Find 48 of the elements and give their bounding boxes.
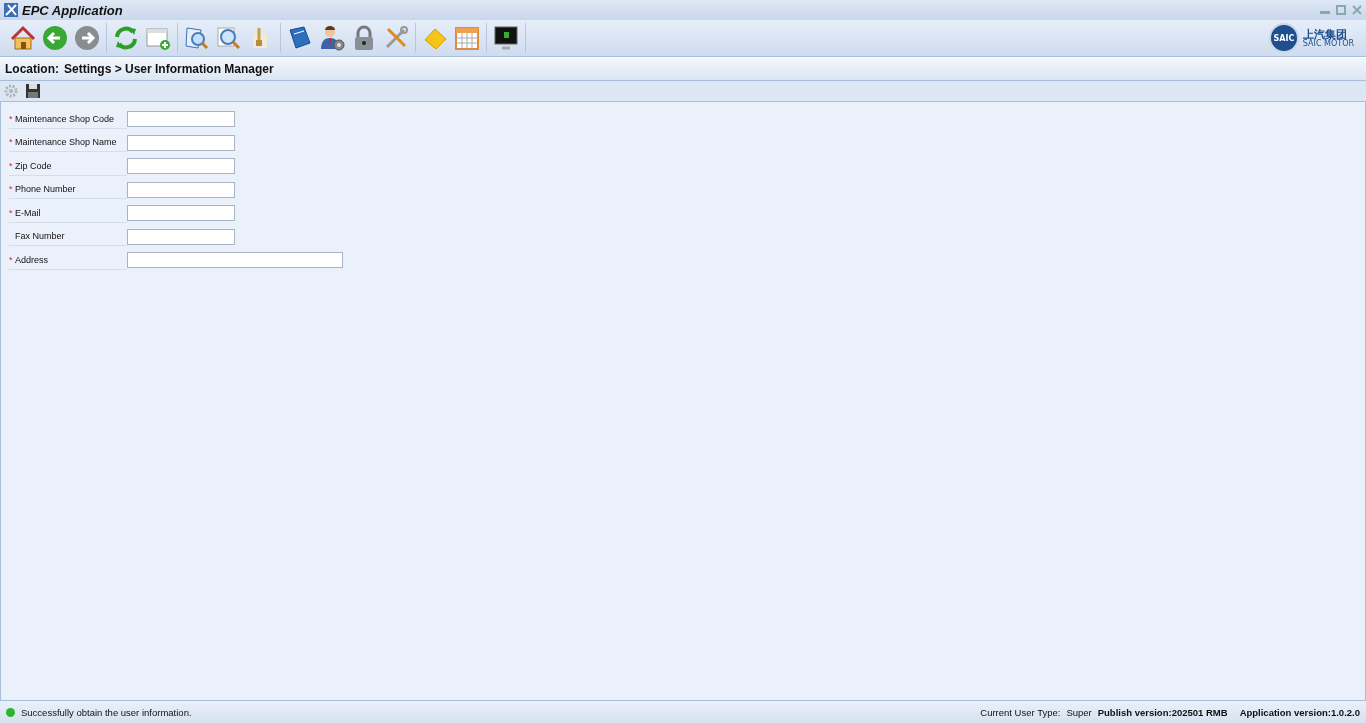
required-asterisk: * xyxy=(9,207,14,218)
status-icon xyxy=(6,707,15,717)
field-label: Phone Number xyxy=(15,184,76,195)
monitor-button[interactable] xyxy=(491,23,521,53)
required-asterisk: * xyxy=(9,137,14,148)
gear-icon xyxy=(3,83,19,99)
text-input-field[interactable] xyxy=(127,111,235,128)
field-label: Address xyxy=(15,254,49,265)
document-search-icon xyxy=(183,24,211,52)
home-button[interactable] xyxy=(8,23,38,53)
application-version: Application version:1.0.2.0 xyxy=(1239,706,1360,718)
field-label: Maintenance Shop Name xyxy=(15,137,117,148)
window-title: EPC Application xyxy=(22,2,124,18)
required-asterisk: * xyxy=(9,113,14,124)
text-input-field[interactable] xyxy=(127,134,235,151)
breadcrumb: Settings > User Information Manager xyxy=(64,62,274,76)
text-input-field[interactable] xyxy=(127,158,235,175)
publish-version: Publish version:202501 RMB xyxy=(1097,706,1228,718)
save-button[interactable] xyxy=(25,83,41,99)
field-label: E-Mail xyxy=(15,207,41,218)
location-label: Location: xyxy=(5,62,59,76)
refresh-icon xyxy=(112,24,140,52)
user-gear-icon xyxy=(318,24,346,52)
monitor-icon xyxy=(492,24,520,52)
required-asterisk: * xyxy=(9,160,14,171)
text-input-field[interactable] xyxy=(127,228,235,245)
text-input-field[interactable] xyxy=(127,181,235,198)
brand-subtitle: SAIC MOTOR xyxy=(1302,39,1354,48)
close-icon[interactable] xyxy=(1352,5,1362,15)
required-asterisk: * xyxy=(9,184,14,195)
field-label: Fax Number xyxy=(15,231,65,242)
brand-name: 上汽集团 xyxy=(1302,28,1347,40)
calendar-icon xyxy=(453,24,481,52)
logo-emblem: SAIC xyxy=(1268,23,1299,53)
text-input-field[interactable] xyxy=(127,252,343,269)
forward-arrow-button[interactable] xyxy=(72,23,102,53)
user-type-value: Super xyxy=(1066,706,1092,718)
app-logo-icon xyxy=(4,3,18,17)
back-arrow-button[interactable] xyxy=(40,23,70,53)
field-label: Maintenance Shop Code xyxy=(15,113,115,124)
status-message: Successfully obtain the user information. xyxy=(21,706,192,718)
required-asterisk: * xyxy=(9,254,14,265)
magnifier-icon xyxy=(215,24,243,52)
text-input-field[interactable] xyxy=(127,205,235,222)
home-icon xyxy=(9,24,37,52)
user-type-label: Current User Type: xyxy=(980,706,1061,718)
restore-icon[interactable] xyxy=(1336,5,1346,15)
field-label: Zip Code xyxy=(15,160,52,171)
